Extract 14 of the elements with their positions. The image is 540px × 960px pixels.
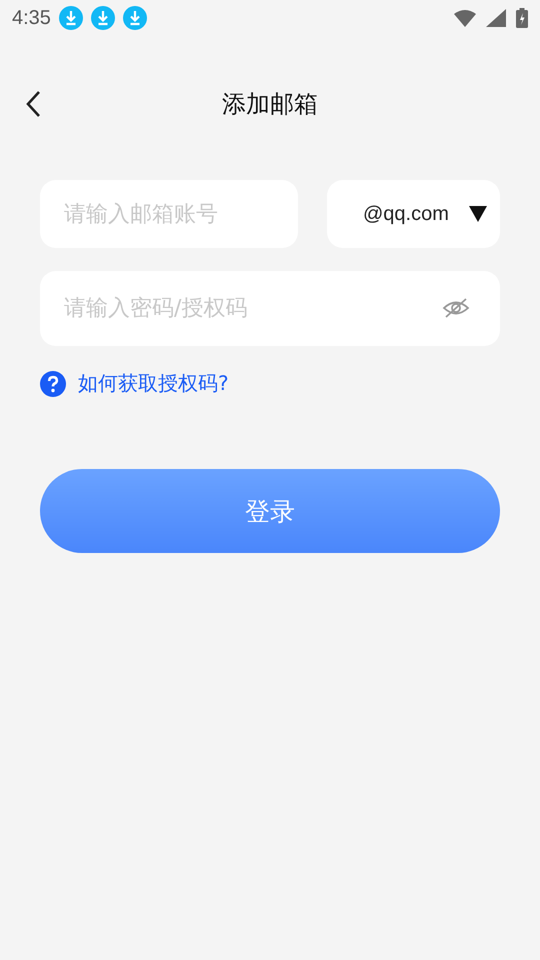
wifi-icon xyxy=(454,9,476,27)
download-icon xyxy=(58,6,83,30)
eye-slash-icon[interactable] xyxy=(442,297,470,319)
status-time: 4:35 xyxy=(12,6,51,30)
help-link[interactable]: 如何获取授权码? xyxy=(78,370,229,397)
page-title: 添加邮箱 xyxy=(222,89,318,120)
battery-icon xyxy=(516,8,528,28)
caret-icon xyxy=(469,206,487,222)
signal-icon xyxy=(486,9,506,27)
download-icon xyxy=(122,6,147,30)
download-icon xyxy=(90,6,115,30)
domain-dropdown[interactable]: @qq.com xyxy=(327,180,500,248)
login-button[interactable]: 登录 xyxy=(40,469,500,553)
help-icon[interactable] xyxy=(40,370,66,396)
